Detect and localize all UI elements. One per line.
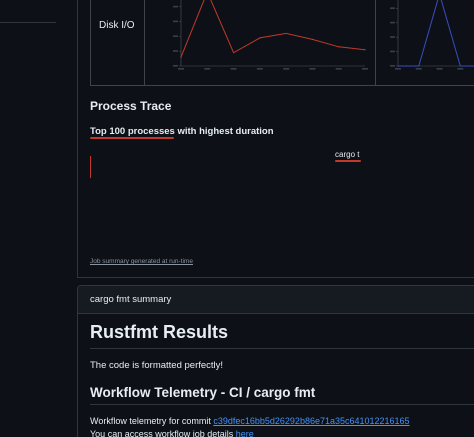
data-point (285, 32, 287, 35)
series-line (180, 0, 366, 58)
data-point (338, 46, 340, 48)
x-tick-label (362, 68, 368, 70)
card-header: cargo fmt summary (78, 286, 474, 314)
disk-io-label: Disk I/O (99, 20, 135, 31)
data-point (232, 52, 235, 54)
cargo-fmt-summary-card: cargo fmt summary Rustfmt Results The co… (77, 285, 474, 437)
x-tick-label (335, 68, 342, 70)
job-details-line: You can access workflow job details here (90, 429, 254, 437)
annotation-underline (90, 137, 174, 139)
y-tick-label (173, 20, 178, 23)
process-trace-chart: cargo t (90, 148, 470, 248)
metrics-table: Disk I/O (90, 0, 474, 86)
heading-divider (90, 348, 474, 349)
heading-divider (90, 404, 474, 405)
process-trace-heading: Process Trace (90, 99, 172, 113)
y-tick-label (173, 35, 178, 37)
telemetry-panel: Disk I/O Process Trace Top 100 processes… (77, 0, 474, 278)
sidebar-divider (0, 22, 56, 23)
format-result-text: The code is formatted perfectly! (90, 360, 224, 371)
x-tick-label (395, 68, 401, 70)
y-tick-label (390, 65, 395, 67)
disk-io-chart (173, 0, 368, 70)
x-tick-label (309, 68, 316, 70)
data-point (397, 65, 399, 67)
process-bar (90, 156, 91, 178)
details-prefix: You can access workflow job details (90, 429, 236, 437)
data-point (364, 49, 366, 51)
x-tick-label (256, 68, 263, 70)
x-tick-label (436, 68, 443, 70)
table-divider (375, 0, 376, 86)
process-label: cargo t (335, 150, 360, 159)
commit-hash-link[interactable]: c39dfec16bb5d26292b86e71a35c641012216165 (213, 416, 409, 426)
y-tick-label (390, 7, 395, 9)
x-tick-label (204, 68, 211, 70)
y-tick-label (390, 21, 395, 24)
y-tick-label (390, 50, 395, 53)
disk-io-chart-secondary (390, 0, 474, 70)
table-divider (144, 0, 145, 86)
workflow-telemetry-heading: Workflow Telemetry - CI / cargo fmt (90, 385, 316, 400)
y-tick-label (173, 65, 178, 67)
y-tick-label (173, 5, 178, 8)
x-tick-label (457, 68, 464, 70)
data-point (418, 65, 420, 67)
y-tick-label (173, 50, 178, 52)
data-point (459, 65, 461, 67)
x-tick-label (415, 68, 422, 70)
x-tick-label (283, 68, 290, 70)
rustfmt-results-heading: Rustfmt Results (90, 322, 229, 342)
x-tick-label (178, 68, 184, 70)
telemetry-commit-line: Workflow telemetry for commit c39dfec16b… (90, 416, 410, 426)
data-point (180, 56, 182, 58)
series-line (398, 0, 474, 67)
y-tick-label (390, 36, 395, 38)
data-point (259, 37, 261, 39)
data-point (311, 38, 314, 40)
annotation-underline (335, 160, 361, 162)
process-trace-subheading: Top 100 processes with highest duration (90, 126, 274, 137)
sidebar (0, 0, 78, 437)
x-tick-label (230, 68, 237, 70)
telemetry-prefix: Workflow telemetry for commit (90, 416, 214, 426)
job-details-link[interactable]: here (236, 429, 254, 437)
job-summary-footnote-link[interactable]: Job summary generated at run-time (90, 258, 193, 265)
card-header-title: cargo fmt summary (90, 294, 172, 305)
